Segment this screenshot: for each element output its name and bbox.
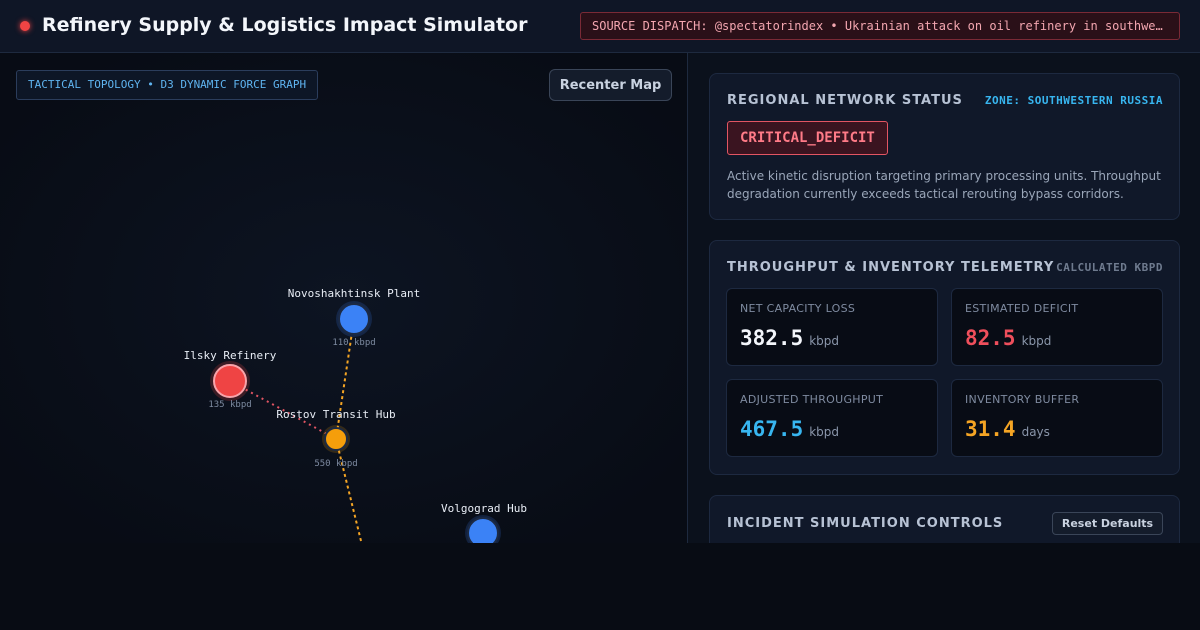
node-label: Ilsky Refinery	[184, 349, 277, 362]
metric-label: ADJUSTED THROUGHPUT	[740, 393, 884, 406]
map-mode-tag: TACTICAL TOPOLOGY • D3 DYNAMIC FORCE GRA…	[16, 70, 319, 100]
node-marker[interactable]	[338, 303, 370, 335]
node-marker[interactable]	[467, 517, 499, 543]
card-title: REGIONAL NETWORK STATUS	[727, 93, 963, 108]
source-dispatch-banner: SOURCE DISPATCH: @spectatorindex • Ukrai…	[580, 12, 1180, 40]
regional-status-card: REGIONAL NETWORK STATUS ZONE: SOUTHWESTE…	[709, 73, 1180, 220]
node-label: Rostov Transit Hub	[276, 408, 395, 421]
metric-label: NET CAPACITY LOSS	[740, 302, 856, 315]
metric-value: 82.5 kbpd	[965, 326, 1051, 350]
metric-unit: kbpd	[809, 334, 840, 348]
metric-number: 82.5	[965, 326, 1016, 350]
node-capacity: 110 kbpd	[332, 338, 375, 348]
app-window: Refinery Supply & Logistics Impact Simul…	[0, 0, 1200, 543]
metric-number: 382.5	[740, 326, 804, 350]
node-label: Novoshakhtinsk Plant	[288, 287, 420, 300]
metric-unit: days	[1021, 425, 1050, 439]
card-title: INCIDENT SIMULATION CONTROLS	[727, 516, 1004, 531]
reset-defaults-button[interactable]: Reset Defaults	[1052, 512, 1163, 535]
metric-value: 467.5 kbpd	[740, 417, 839, 441]
map-panel[interactable]: Novoshakhtinsk Plant 110 kbpd Ilsky Refi…	[0, 53, 688, 543]
telemetry-units-label: CALCULATED KBPD	[1056, 261, 1163, 274]
metric-number: 31.4	[965, 417, 1016, 441]
metric-unit: kbpd	[1021, 334, 1052, 348]
live-indicator-icon	[20, 21, 30, 31]
metric-label: INVENTORY BUFFER	[965, 393, 1080, 406]
metric-adjusted-throughput: ADJUSTED THROUGHPUT 467.5 kbpd	[726, 379, 938, 457]
side-panel: REGIONAL NETWORK STATUS ZONE: SOUTHWESTE…	[688, 53, 1200, 543]
zone-label: ZONE: SOUTHWESTERN RUSSIA	[984, 94, 1163, 107]
metric-label: ESTIMATED DEFICIT	[965, 302, 1079, 315]
node-marker[interactable]	[324, 427, 348, 451]
card-title: THROUGHPUT & INVENTORY TELEMETRY	[727, 260, 1055, 275]
node-capacity: 135 kbpd	[208, 400, 251, 410]
metric-inventory-buffer: INVENTORY BUFFER 31.4 days	[951, 379, 1163, 457]
metric-number: 467.5	[740, 417, 804, 441]
force-graph[interactable]: Novoshakhtinsk Plant 110 kbpd Ilsky Refi…	[0, 53, 688, 543]
metric-value: 31.4 days	[965, 417, 1050, 441]
app-header: Refinery Supply & Logistics Impact Simul…	[0, 0, 1200, 53]
node-capacity: 550 kbpd	[314, 459, 357, 469]
status-description: Active kinetic disruption targeting prim…	[727, 169, 1161, 201]
simulation-controls-card: INCIDENT SIMULATION CONTROLS Reset Defau…	[709, 495, 1180, 543]
recenter-map-button[interactable]: Recenter Map	[549, 69, 672, 101]
metric-unit: kbpd	[809, 425, 840, 439]
metric-net-capacity-loss: NET CAPACITY LOSS 382.5 kbpd	[726, 288, 938, 366]
metric-estimated-deficit: ESTIMATED DEFICIT 82.5 kbpd	[951, 288, 1163, 366]
app-title: Refinery Supply & Logistics Impact Simul…	[42, 14, 528, 36]
node-marker[interactable]	[213, 364, 247, 398]
telemetry-card: THROUGHPUT & INVENTORY TELEMETRY CALCULA…	[709, 240, 1180, 475]
node-label: Volgograd Hub	[441, 502, 527, 515]
status-badge: CRITICAL_DEFICIT	[727, 121, 888, 155]
metric-value: 382.5 kbpd	[740, 326, 839, 350]
